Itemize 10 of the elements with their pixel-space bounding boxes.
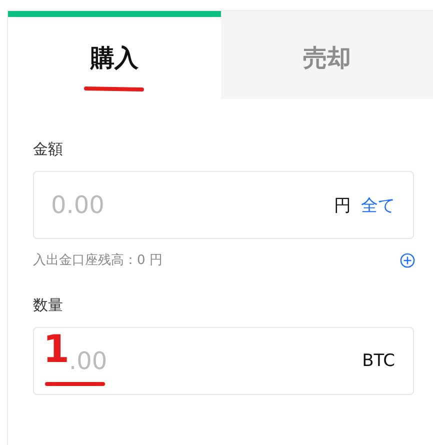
field-label: 金額: [33, 140, 63, 159]
amount-field[interactable]: 0.00 円 全て: [33, 171, 414, 239]
unit-label: BTC: [362, 351, 395, 371]
balance-text: 入出金口座残高：0 円: [33, 252, 162, 269]
unit-label: 円: [334, 194, 351, 216]
all-link[interactable]: 全て: [361, 194, 395, 216]
plus-icon[interactable]: [400, 252, 415, 268]
input-field[interactable]: 0.00: [49, 190, 334, 220]
handwritten-mark: 1: [43, 330, 70, 368]
field-label: 数量: [33, 296, 63, 315]
